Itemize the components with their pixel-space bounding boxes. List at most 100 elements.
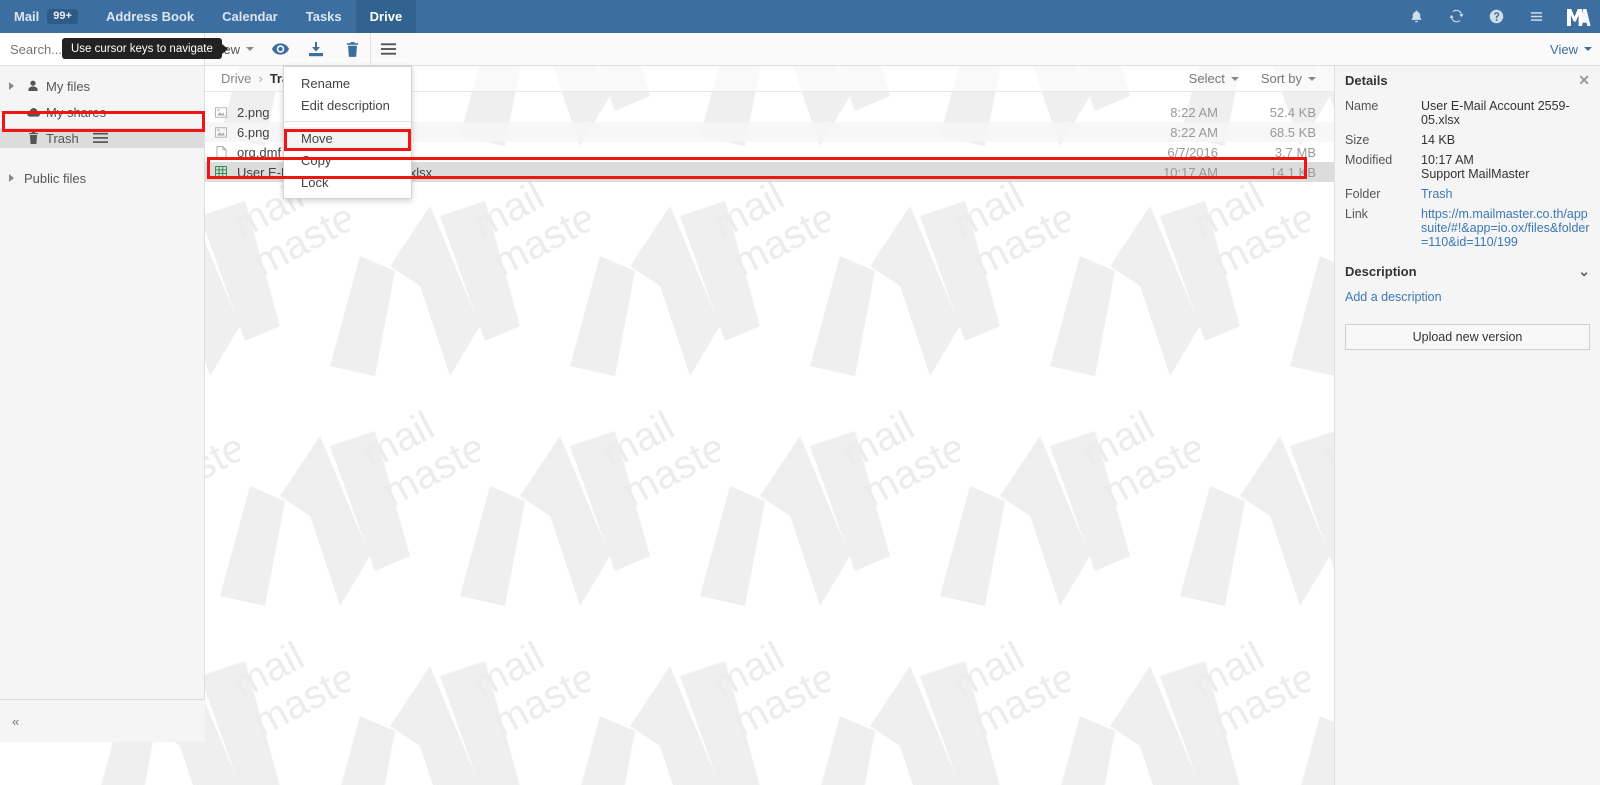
detail-value-name: User E-Mail Account 2559-05.xlsx: [1421, 99, 1570, 127]
sidebar-label-my-files: My files: [46, 78, 91, 94]
mail-unread-badge: 99+: [47, 9, 78, 24]
breadcrumb-separator: ›: [258, 71, 263, 86]
sidebar-item-my-files[interactable]: My files: [0, 76, 204, 96]
file-size: 3.7 MB: [1274, 144, 1316, 160]
context-menu-item-rename[interactable]: Rename: [284, 72, 411, 94]
topnav-item-calendar[interactable]: Calendar: [208, 0, 292, 33]
topnav-item-drive[interactable]: Drive: [355, 0, 417, 33]
context-menu-label-move: Move: [301, 130, 333, 146]
detail-key-folder: Folder: [1345, 187, 1381, 201]
sort-by-dropdown[interactable]: Sort by: [1261, 71, 1316, 86]
trash-icon: [346, 41, 358, 57]
details-panel: Details ✕ Name User E-Mail Account 2559-…: [1334, 66, 1600, 785]
description-title: Description: [1345, 264, 1417, 279]
select-dropdown[interactable]: Select: [1189, 71, 1239, 86]
context-menu-label-edit-description: Edit description: [301, 97, 390, 113]
menu-icon[interactable]: [1516, 0, 1556, 33]
expand-arrow-icon[interactable]: [0, 82, 22, 90]
topnav-item-tasks[interactable]: Tasks: [292, 0, 356, 33]
spreadsheet-icon: [205, 166, 237, 178]
file-icon: [205, 145, 237, 159]
sidebar-item-my-shares[interactable]: My shares: [0, 102, 204, 122]
file-name: org.dmf: [237, 144, 282, 160]
detail-size-row: Size 14 KB: [1345, 133, 1590, 147]
file-modified: 8:22 AM: [1170, 104, 1218, 120]
context-menu-item-move[interactable]: Move: [284, 127, 411, 149]
image-icon: [205, 126, 237, 138]
sidebar-label-public-files: Public files: [24, 170, 87, 186]
sidebar-item-public-files[interactable]: Public files: [0, 168, 204, 188]
preview-button[interactable]: [262, 33, 298, 65]
chevron-down-icon: [1584, 47, 1592, 51]
top-navigation-bar: Mail 99+ Address Book Calendar Tasks Dri…: [0, 0, 1600, 33]
context-menu: Rename Edit description Move Copy Lock: [283, 66, 412, 199]
list-controls: Select Sort by: [1167, 71, 1334, 86]
view-button[interactable]: View: [1550, 33, 1592, 65]
trash-icon: [22, 132, 44, 144]
refresh-icon[interactable]: [1436, 0, 1476, 33]
context-menu-item-copy[interactable]: Copy: [284, 149, 411, 171]
file-modified: 8:22 AM: [1170, 124, 1218, 140]
sidebar-label-my-shares: My shares: [46, 104, 106, 120]
toolbar: New View: [0, 33, 1600, 66]
details-header: Details ✕: [1335, 66, 1600, 94]
trash-folder-menu-button[interactable]: [92, 132, 108, 144]
file-size: 68.5 KB: [1269, 124, 1316, 140]
detail-key-name: Name: [1345, 99, 1379, 113]
details-fields: Name User E-Mail Account 2559-05.xlsx Si…: [1335, 94, 1600, 249]
expand-arrow-icon[interactable]: [0, 174, 22, 182]
sidebar-label-trash: Trash: [46, 130, 79, 146]
topnav-label-address-book: Address Book: [105, 9, 195, 24]
topbar-right-icons: [1396, 0, 1600, 33]
add-description-link[interactable]: Add a description: [1335, 280, 1600, 304]
chevron-down-icon: [1308, 76, 1316, 81]
topnav-item-mail[interactable]: Mail 99+: [0, 0, 92, 33]
topnav-label-calendar: Calendar: [222, 9, 278, 24]
detail-folder-row: Folder Trash: [1345, 187, 1590, 201]
file-name: 2.png: [237, 104, 270, 120]
chevron-down-icon[interactable]: ⌄: [1578, 263, 1590, 280]
bell-icon[interactable]: [1396, 0, 1436, 33]
file-modified: 10:17 AM: [1163, 164, 1218, 180]
download-icon: [309, 41, 324, 56]
tooltip-text: Use cursor keys to navigate: [71, 42, 213, 55]
detail-value-link[interactable]: https://m.mailmaster.co.th/appsuite/#!&a…: [1421, 207, 1590, 249]
sidebar-collapse-button[interactable]: «: [0, 699, 205, 742]
detail-value-folder-link[interactable]: Trash: [1421, 187, 1590, 201]
file-modified: 6/7/2016: [1167, 144, 1218, 160]
more-actions-button[interactable]: [370, 33, 406, 65]
hamburger-icon: [380, 43, 397, 55]
detail-name-row: Name User E-Mail Account 2559-05.xlsx: [1345, 99, 1590, 127]
detail-key-modified: Modified: [1345, 153, 1393, 167]
context-menu-item-lock[interactable]: Lock: [284, 171, 411, 193]
eye-icon: [271, 43, 289, 55]
breadcrumb-root[interactable]: Drive: [221, 71, 251, 86]
upload-new-version-button[interactable]: Upload new version: [1345, 324, 1590, 350]
view-button-label: View: [1550, 41, 1578, 57]
context-menu-label-lock: Lock: [301, 174, 329, 190]
topnav-item-address-book[interactable]: Address Book: [92, 0, 208, 33]
delete-button[interactable]: [334, 33, 370, 65]
sort-by-dropdown-label: Sort by: [1260, 71, 1302, 86]
help-icon[interactable]: [1476, 0, 1516, 33]
description-section-header: Description ⌄: [1335, 263, 1600, 280]
topnav-label-tasks: Tasks: [305, 9, 342, 24]
brand-logo-icon[interactable]: [1556, 0, 1600, 33]
file-size: 14.1 KB: [1269, 164, 1316, 180]
keyboard-hint-tooltip: Use cursor keys to navigate: [62, 38, 222, 59]
details-title: Details: [1345, 72, 1388, 88]
chevron-down-icon: [1230, 76, 1239, 81]
sidebar-item-trash[interactable]: Trash: [0, 128, 204, 148]
upload-new-version-label: Upload new version: [1412, 330, 1523, 344]
context-menu-divider: [284, 121, 411, 122]
topnav-label-drive: Drive: [369, 9, 403, 24]
folder-sidebar: My files My shares Trash Public files «: [0, 66, 205, 742]
download-button[interactable]: [298, 33, 334, 65]
cloud-icon: [22, 107, 44, 118]
detail-modified-row: Modified 10:17 AM Support MailMaster: [1345, 153, 1590, 181]
close-icon[interactable]: ✕: [1578, 72, 1590, 89]
detail-key-size: Size: [1345, 133, 1370, 147]
detail-value-modified: 10:17 AM Support MailMaster: [1421, 153, 1530, 181]
context-menu-item-edit-description[interactable]: Edit description: [284, 94, 411, 116]
context-menu-label-rename: Rename: [301, 75, 351, 91]
